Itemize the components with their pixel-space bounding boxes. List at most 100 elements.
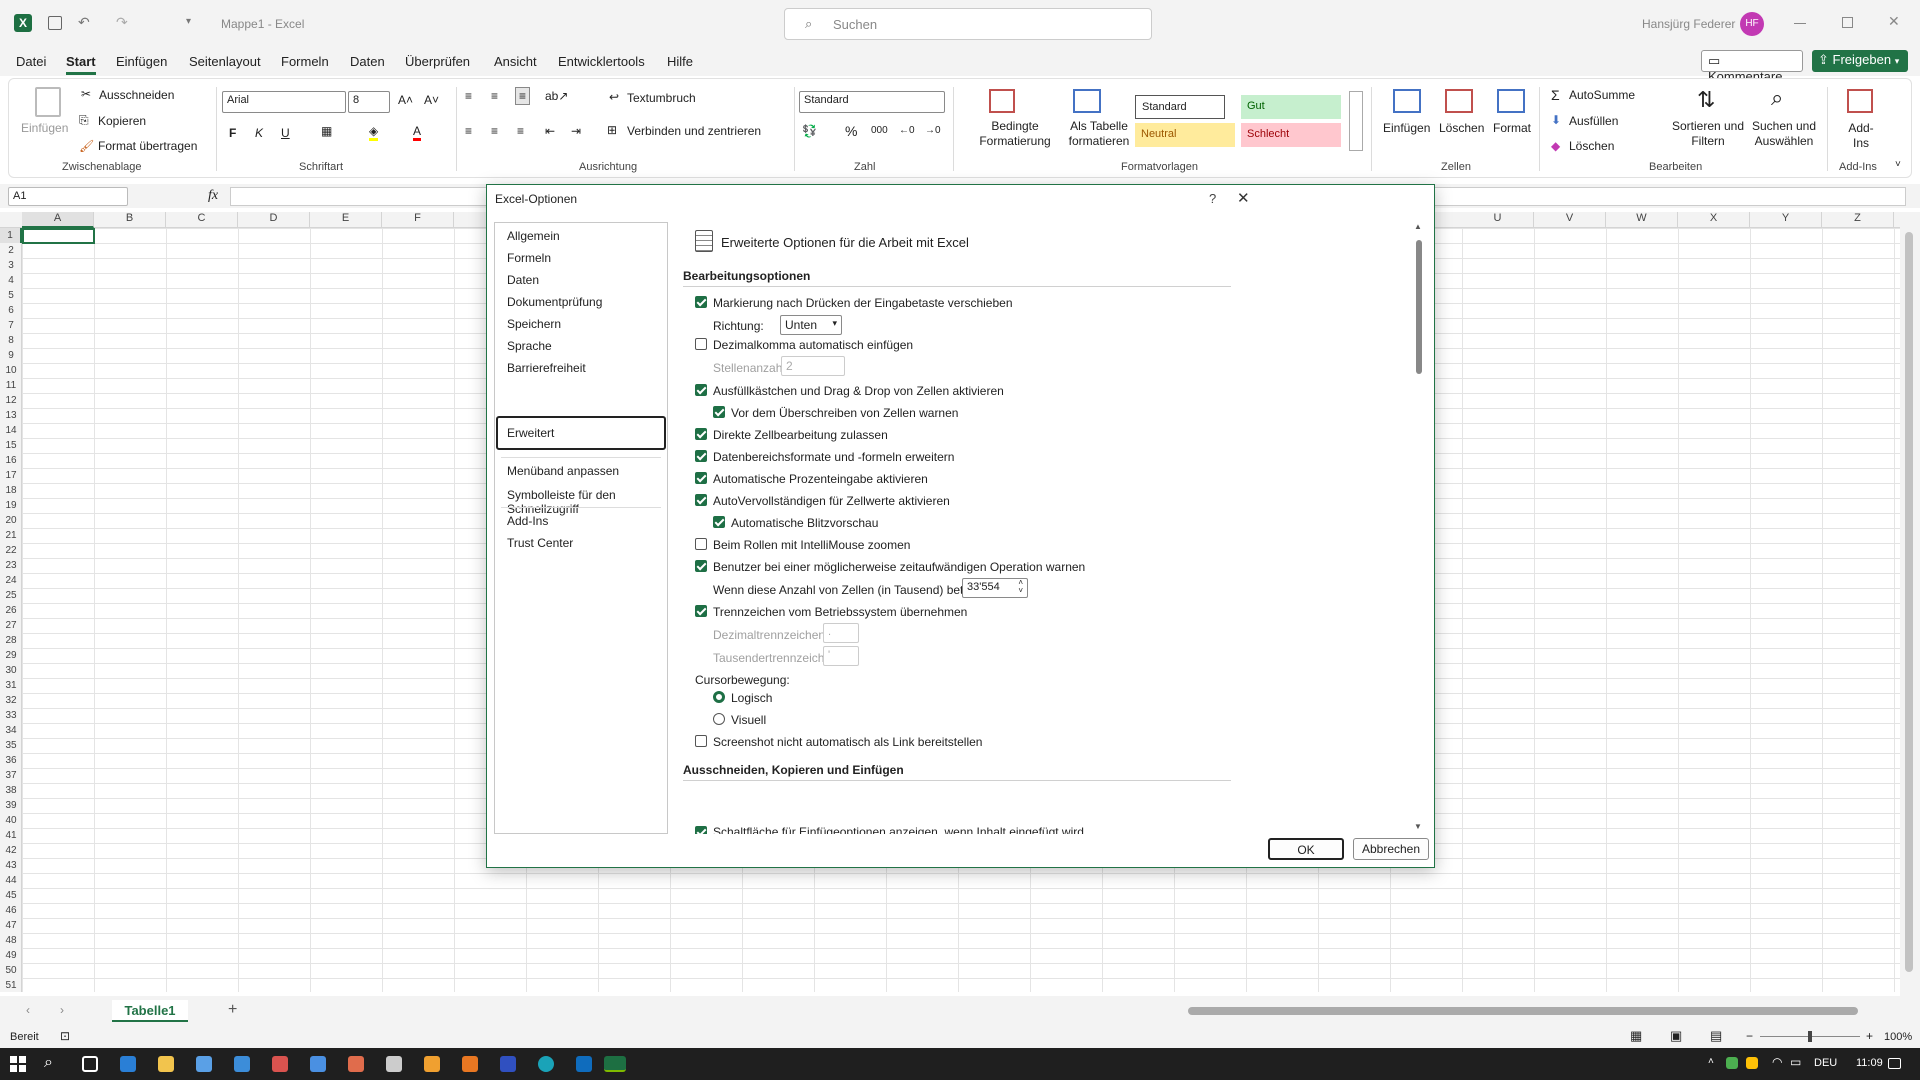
- vertical-scrollbar[interactable]: [1900, 212, 1920, 996]
- row-header[interactable]: 51: [0, 978, 22, 993]
- nav-item-symbolleiste[interactable]: Symbolleiste für den Schnellzugriff: [507, 488, 667, 516]
- row-header[interactable]: 49: [0, 948, 22, 963]
- task-view-icon[interactable]: [82, 1056, 98, 1072]
- autosum-button[interactable]: AutoSumme: [1569, 88, 1635, 102]
- wifi-icon[interactable]: ◠: [1772, 1055, 1782, 1069]
- row-header[interactable]: 48: [0, 933, 22, 948]
- dialog-scrollbar[interactable]: ▲ ▼: [1413, 222, 1425, 834]
- prev-sheet-icon[interactable]: ‹: [26, 1003, 30, 1017]
- normal-view-icon[interactable]: ▦: [1630, 1028, 1642, 1044]
- next-sheet-icon[interactable]: ›: [60, 1003, 64, 1017]
- fill-color-icon[interactable]: ◈: [369, 124, 379, 141]
- checkbox-fill-handle[interactable]: [695, 384, 707, 396]
- battery-icon[interactable]: ▭: [1790, 1055, 1801, 1069]
- zoom-in-icon[interactable]: +: [1866, 1029, 1873, 1043]
- column-header[interactable]: W: [1606, 212, 1678, 228]
- minimize-icon[interactable]: [1794, 23, 1806, 24]
- row-header[interactable]: 44: [0, 873, 22, 888]
- row-header[interactable]: 45: [0, 888, 22, 903]
- tab-ueberpruefen[interactable]: Überprüfen: [405, 54, 470, 69]
- style-neutral[interactable]: Neutral: [1135, 123, 1235, 147]
- insert-cells-button[interactable]: Einfügen: [1383, 121, 1430, 135]
- font-name-select[interactable]: Arial: [222, 91, 346, 113]
- bold-button[interactable]: F: [229, 126, 236, 140]
- nav-item-sprache[interactable]: Sprache: [507, 339, 552, 353]
- scrollbar-thumb[interactable]: [1905, 232, 1913, 972]
- column-header[interactable]: Z: [1822, 212, 1894, 228]
- row-header[interactable]: 8: [0, 333, 22, 348]
- tab-entwicklertools[interactable]: Entwicklertools: [558, 54, 645, 69]
- scroll-down-icon[interactable]: ▼: [1414, 822, 1422, 831]
- zoom-slider[interactable]: [1760, 1031, 1860, 1042]
- row-header[interactable]: 12: [0, 393, 22, 408]
- row-header[interactable]: 26: [0, 603, 22, 618]
- active-cell[interactable]: [22, 228, 95, 244]
- tab-hilfe[interactable]: Hilfe: [667, 54, 693, 69]
- row-header[interactable]: 15: [0, 438, 22, 453]
- format-painter-button[interactable]: Format übertragen: [98, 139, 197, 153]
- close-window-icon[interactable]: ✕: [1888, 13, 1900, 30]
- add-ins-button[interactable]: Add-Ins: [1841, 121, 1881, 151]
- nav-item-trust-center[interactable]: Trust Center: [507, 536, 573, 550]
- page-layout-icon[interactable]: ▣: [1670, 1028, 1682, 1044]
- windows-start-icon[interactable]: [10, 1056, 26, 1072]
- clock[interactable]: 11:09: [1856, 1057, 1883, 1069]
- checkbox-time-warning[interactable]: [695, 560, 707, 572]
- borders-icon[interactable]: ▦: [321, 124, 332, 138]
- checkbox-overwrite-warning[interactable]: [713, 406, 725, 418]
- row-header[interactable]: 1: [0, 228, 22, 243]
- comments-button[interactable]: ▭ Kommentare: [1701, 50, 1803, 84]
- app-icon[interactable]: [310, 1056, 326, 1072]
- name-box[interactable]: A1: [8, 187, 128, 206]
- align-bottom-icon[interactable]: ≡: [515, 87, 531, 105]
- row-header[interactable]: 20: [0, 513, 22, 528]
- language-indicator[interactable]: DEU: [1814, 1057, 1837, 1069]
- app-icon[interactable]: [462, 1056, 478, 1072]
- copy-button[interactable]: Kopieren: [98, 114, 146, 128]
- save-icon[interactable]: [48, 16, 62, 30]
- column-header[interactable]: A: [22, 212, 94, 228]
- row-header[interactable]: 24: [0, 573, 22, 588]
- row-header[interactable]: 34: [0, 723, 22, 738]
- row-header[interactable]: 32: [0, 693, 22, 708]
- nav-item-menueband[interactable]: Menüband anpassen: [507, 464, 619, 478]
- row-header[interactable]: 14: [0, 423, 22, 438]
- fill-button[interactable]: Ausfüllen: [1569, 114, 1618, 128]
- row-header[interactable]: 36: [0, 753, 22, 768]
- tab-einfuegen[interactable]: Einfügen: [116, 54, 167, 69]
- decrease-indent-icon[interactable]: ⇤: [545, 124, 555, 138]
- search-box[interactable]: ⌕ Suchen: [784, 8, 1152, 40]
- sort-filter-button[interactable]: Sortieren und Filtern: [1663, 119, 1753, 149]
- row-header[interactable]: 43: [0, 858, 22, 873]
- row-header[interactable]: 40: [0, 813, 22, 828]
- row-header[interactable]: 11: [0, 378, 22, 393]
- row-header[interactable]: 18: [0, 483, 22, 498]
- align-middle-icon[interactable]: ≡: [491, 89, 498, 103]
- app-icon[interactable]: [120, 1056, 136, 1072]
- row-header[interactable]: 33: [0, 708, 22, 723]
- tab-formeln[interactable]: Formeln: [281, 54, 329, 69]
- comma-style-icon[interactable]: 000: [871, 125, 888, 136]
- row-header[interactable]: 30: [0, 663, 22, 678]
- tab-datei[interactable]: Datei: [16, 54, 46, 69]
- cut-button[interactable]: Ausschneiden: [99, 88, 174, 102]
- row-header[interactable]: 42: [0, 843, 22, 858]
- nav-item-barrierefreiheit[interactable]: Barrierefreiheit: [507, 361, 586, 375]
- row-header[interactable]: 4: [0, 273, 22, 288]
- row-header[interactable]: 7: [0, 318, 22, 333]
- direction-select[interactable]: Unten ▾: [780, 315, 842, 335]
- clear-button[interactable]: Löschen: [1569, 139, 1614, 153]
- app-icon[interactable]: [272, 1056, 288, 1072]
- increase-indent-icon[interactable]: ⇥: [571, 124, 581, 138]
- row-header[interactable]: 28: [0, 633, 22, 648]
- tab-seitenlayout[interactable]: Seitenlayout: [189, 54, 261, 69]
- tab-start[interactable]: Start: [66, 54, 96, 75]
- column-header[interactable]: F: [382, 212, 454, 228]
- row-header[interactable]: 19: [0, 498, 22, 513]
- row-header[interactable]: 13: [0, 408, 22, 423]
- column-header[interactable]: U: [1462, 212, 1534, 228]
- excel-taskbar-icon[interactable]: [604, 1056, 626, 1072]
- styles-scrollbar[interactable]: [1349, 91, 1363, 151]
- orientation-icon[interactable]: ab↗: [545, 89, 568, 103]
- align-left-icon[interactable]: ≡: [465, 124, 472, 138]
